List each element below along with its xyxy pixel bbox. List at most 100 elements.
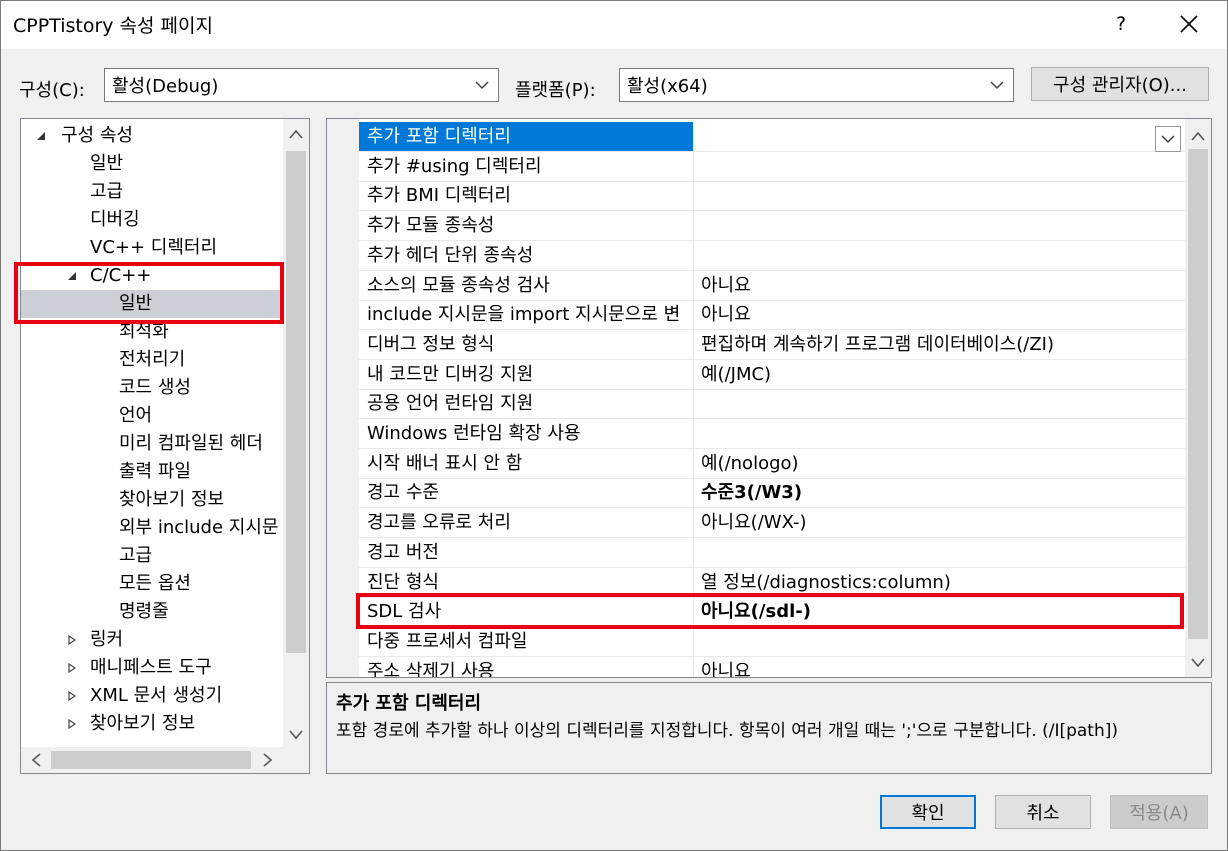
- chevron-down-icon: [475, 81, 489, 90]
- property-row[interactable]: include 지시문을 import 지시문으로 변 아니요: [359, 300, 1187, 331]
- property-row[interactable]: 내 코드만 디버깅 지원 예(/JMC): [359, 359, 1187, 390]
- tree-item[interactable]: 찾아보기 정보: [21, 710, 283, 738]
- tree-item[interactable]: 모든 옵션: [21, 570, 283, 598]
- property-name: 소스의 모듈 종속성 검사: [359, 270, 694, 300]
- close-button[interactable]: [1160, 4, 1218, 44]
- grid-vertical-scrollbar[interactable]: [1185, 119, 1211, 677]
- grid-scroll-thumb[interactable]: [1188, 149, 1208, 639]
- tree-item[interactable]: 언어: [21, 402, 283, 430]
- property-value[interactable]: 수준3(/W3): [695, 478, 1185, 507]
- property-value[interactable]: [695, 181, 1185, 210]
- tree-item[interactable]: 디버깅: [21, 206, 283, 234]
- collapsed-triangle-icon[interactable]: [65, 710, 79, 738]
- property-row[interactable]: 디버그 정보 형식 편집하며 계속하기 프로그램 데이터베이스(/ZI): [359, 329, 1187, 360]
- property-row[interactable]: 시작 배너 표시 안 함 예(/nologo): [359, 448, 1187, 479]
- property-row[interactable]: 경고를 오류로 처리 아니요(/WX-): [359, 508, 1187, 539]
- property-row[interactable]: 경고 버전: [359, 537, 1187, 568]
- tree-item[interactable]: C/C++: [21, 262, 283, 290]
- property-row[interactable]: 추가 포함 디렉터리: [359, 122, 1187, 152]
- property-row[interactable]: 추가 #using 디렉터리: [359, 151, 1187, 182]
- property-value[interactable]: [695, 241, 1185, 270]
- tree-item-label: 링커: [90, 629, 124, 650]
- scroll-down-icon[interactable]: [283, 723, 309, 747]
- tree-item[interactable]: 미리 컴파일된 헤더: [21, 430, 283, 458]
- tree-item[interactable]: 구성 속성: [21, 122, 283, 150]
- tree-hscroll-thumb[interactable]: [51, 751, 251, 769]
- apply-button[interactable]: 적용(A): [1110, 795, 1208, 829]
- property-value[interactable]: 편집하며 계속하기 프로그램 데이터베이스(/ZI): [695, 330, 1185, 359]
- property-name: 다중 프로세서 컴파일: [359, 626, 694, 656]
- property-row[interactable]: 공용 언어 런타임 지원: [359, 389, 1187, 420]
- property-row[interactable]: 소스의 모듈 종속성 검사 아니요: [359, 270, 1187, 301]
- cancel-button[interactable]: 취소: [995, 795, 1091, 829]
- property-row[interactable]: 주소 삭제기 사용 아니요: [359, 656, 1187, 677]
- property-value[interactable]: [695, 389, 1185, 418]
- property-row[interactable]: SDL 검사 아니요(/sdl-): [359, 597, 1187, 628]
- tree-item[interactable]: 고급: [21, 542, 283, 570]
- property-value[interactable]: [695, 627, 1185, 656]
- tree-scroll-thumb[interactable]: [286, 151, 306, 653]
- property-value[interactable]: 아니요(/sdl-): [695, 597, 1185, 626]
- property-value[interactable]: 아니요: [695, 300, 1185, 329]
- property-value[interactable]: 예(/JMC): [695, 360, 1185, 389]
- scroll-right-icon[interactable]: [255, 747, 281, 773]
- platform-select[interactable]: 활성(x64): [619, 68, 1014, 102]
- scroll-down-icon[interactable]: [1185, 651, 1211, 675]
- help-button[interactable]: ?: [1098, 4, 1144, 44]
- property-row[interactable]: Windows 런타임 확장 사용: [359, 419, 1187, 449]
- tree-item-label: 고급: [90, 181, 124, 202]
- property-row[interactable]: 추가 헤더 단위 종속성: [359, 240, 1187, 271]
- tree-item[interactable]: 코드 생성: [21, 374, 283, 402]
- value-dropdown-button[interactable]: [1155, 126, 1181, 152]
- tree-vertical-scrollbar[interactable]: [283, 119, 309, 747]
- property-name: 추가 모듈 종속성: [359, 211, 694, 241]
- property-row[interactable]: 진단 형식 열 정보(/diagnostics:column): [359, 567, 1187, 598]
- tree-item[interactable]: 외부 include 지시문: [21, 514, 283, 542]
- tree-item[interactable]: 일반: [21, 150, 283, 178]
- property-value[interactable]: 예(/nologo): [695, 449, 1185, 478]
- property-value[interactable]: [695, 152, 1185, 181]
- property-row[interactable]: 추가 모듈 종속성: [359, 211, 1187, 242]
- tree-item[interactable]: 출력 파일: [21, 458, 283, 486]
- tree-item[interactable]: 전처리기: [21, 346, 283, 374]
- tree-item[interactable]: VC++ 디렉터리: [21, 234, 283, 262]
- property-value[interactable]: 아니요: [695, 657, 1185, 677]
- tree-item-label: 구성 속성: [61, 125, 133, 146]
- tree-item[interactable]: 매니페스트 도구: [21, 654, 283, 682]
- property-row[interactable]: 경고 수준 수준3(/W3): [359, 478, 1187, 509]
- tree-item[interactable]: 일반: [21, 290, 283, 318]
- tree-item[interactable]: 찾아보기 정보: [21, 486, 283, 514]
- expanded-triangle-icon[interactable]: [34, 122, 48, 150]
- property-value[interactable]: 열 정보(/diagnostics:column): [695, 568, 1185, 597]
- tree-item[interactable]: XML 문서 생성기: [21, 682, 283, 710]
- scroll-up-icon[interactable]: [1185, 123, 1211, 149]
- tree-horizontal-scrollbar[interactable]: [21, 747, 283, 773]
- property-name: 내 코드만 디버깅 지원: [359, 359, 694, 389]
- expanded-triangle-icon[interactable]: [65, 262, 79, 290]
- ok-button[interactable]: 확인: [880, 795, 976, 829]
- tree-item[interactable]: 최적화: [21, 318, 283, 346]
- property-name: 경고를 오류로 처리: [359, 508, 694, 538]
- scroll-up-icon[interactable]: [283, 121, 309, 147]
- property-row[interactable]: 추가 BMI 디렉터리: [359, 181, 1187, 212]
- property-name: 추가 헤더 단위 종속성: [359, 240, 694, 270]
- tree-item[interactable]: 명령줄: [21, 598, 283, 626]
- collapsed-triangle-icon[interactable]: [65, 654, 79, 682]
- window-title: CPPTistory 속성 페이지: [13, 15, 213, 37]
- config-manager-button[interactable]: 구성 관리자(O)...: [1031, 67, 1209, 101]
- property-value[interactable]: [695, 419, 1185, 448]
- scroll-left-icon[interactable]: [23, 747, 49, 773]
- collapsed-triangle-icon[interactable]: [65, 682, 79, 710]
- description-text: 포함 경로에 추가할 하나 이상의 디렉터리를 지정합니다. 항목이 여러 개일…: [336, 721, 1119, 741]
- tree-item[interactable]: 고급: [21, 178, 283, 206]
- property-row[interactable]: 다중 프로세서 컴파일: [359, 626, 1187, 657]
- platform-select-value: 활성(x64): [627, 76, 708, 97]
- property-value[interactable]: 아니요: [695, 271, 1185, 300]
- property-value[interactable]: [695, 538, 1185, 567]
- tree-item[interactable]: 링커: [21, 626, 283, 654]
- collapsed-triangle-icon[interactable]: [65, 626, 79, 654]
- property-value[interactable]: [695, 211, 1185, 240]
- config-select[interactable]: 활성(Debug): [104, 68, 499, 102]
- property-value[interactable]: 아니요(/WX-): [695, 508, 1185, 537]
- property-value[interactable]: [695, 122, 1185, 151]
